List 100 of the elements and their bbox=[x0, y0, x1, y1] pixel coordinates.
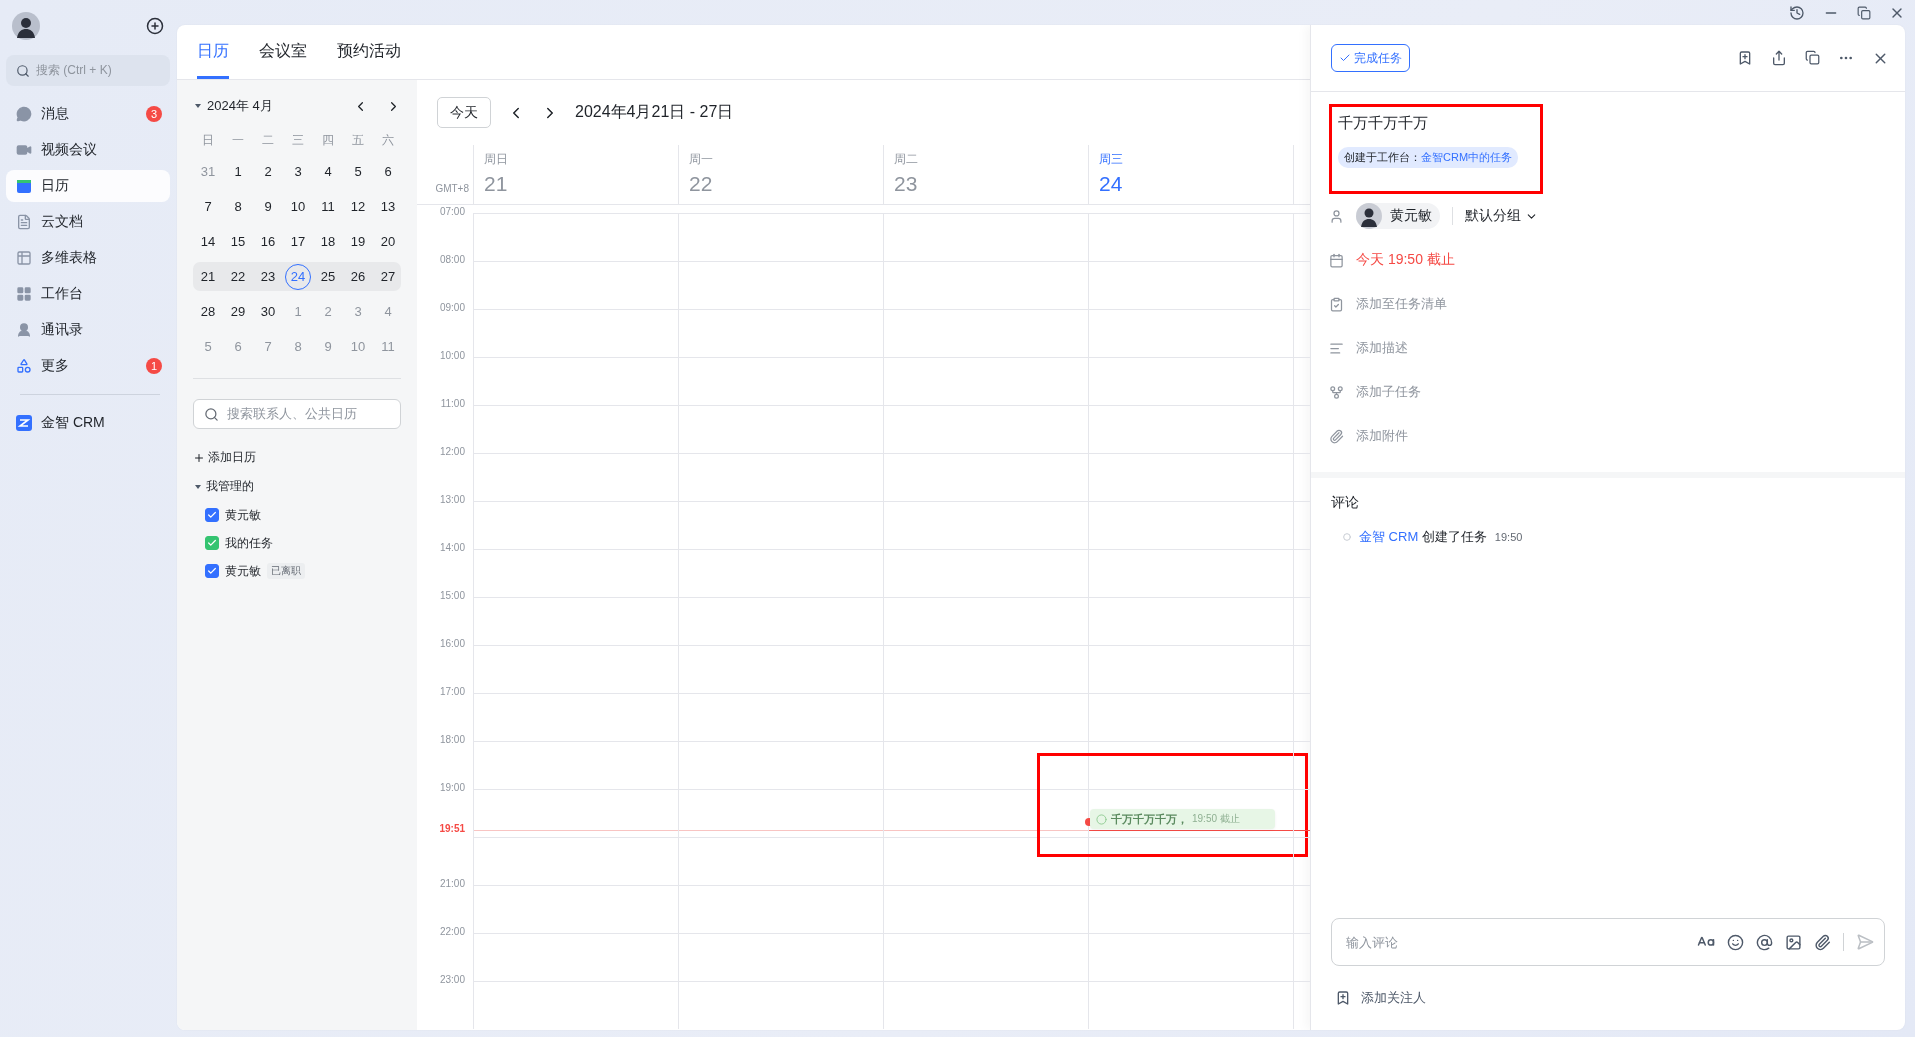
date-cell[interactable]: 6 bbox=[375, 158, 401, 185]
history-icon[interactable] bbox=[1789, 4, 1805, 21]
document-icon bbox=[16, 214, 32, 230]
nav-item[interactable]: 日历 bbox=[6, 170, 170, 202]
nav-item[interactable]: 云文档 bbox=[6, 206, 170, 238]
source-tag: 创建于工作台：金智CRM中的任务 bbox=[1338, 147, 1519, 168]
date-cell[interactable]: 15 bbox=[225, 228, 251, 255]
emoji-icon[interactable] bbox=[1727, 933, 1744, 951]
checkbox[interactable] bbox=[205, 508, 219, 522]
date-cell[interactable]: 7 bbox=[195, 193, 221, 220]
add-calendar-link[interactable]: 添加日历 bbox=[208, 449, 256, 466]
date-cell[interactable]: 4 bbox=[315, 158, 341, 185]
mention-icon[interactable] bbox=[1756, 933, 1773, 951]
time-label: 09:00 bbox=[439, 302, 465, 313]
date-cell[interactable]: 23 bbox=[255, 263, 281, 290]
nav-item[interactable]: 消息 3 bbox=[6, 98, 170, 130]
time-label: 10:00 bbox=[439, 350, 465, 361]
calendar-name: 黄元敏 bbox=[225, 506, 261, 524]
date-cell[interactable]: 10 bbox=[285, 193, 311, 220]
date-cell[interactable]: 22 bbox=[225, 263, 251, 290]
time-label: 16:00 bbox=[439, 638, 465, 649]
date-cell[interactable]: 26 bbox=[345, 263, 371, 290]
time-label: 08:00 bbox=[439, 254, 465, 265]
time-label: 15:00 bbox=[439, 590, 465, 601]
date-cell[interactable]: 3 bbox=[285, 158, 311, 185]
contacts-icon bbox=[16, 322, 32, 338]
paperclip-icon[interactable] bbox=[1814, 933, 1831, 951]
date-cell[interactable]: 9 bbox=[255, 193, 281, 220]
checkbox[interactable] bbox=[205, 536, 219, 550]
time-label: 13:00 bbox=[439, 494, 465, 505]
unread-badge: 1 bbox=[146, 358, 162, 374]
time-label: 19:00 bbox=[439, 782, 465, 793]
check-icon bbox=[207, 538, 217, 548]
tab[interactable]: 会议室 bbox=[259, 41, 307, 79]
date-cell[interactable]: 13 bbox=[375, 193, 401, 220]
due-date[interactable]: 今天 19:50 截止 bbox=[1356, 251, 1455, 269]
person-icon bbox=[1329, 208, 1344, 224]
check-icon bbox=[1339, 52, 1351, 64]
comment-field[interactable]: 输入评论 bbox=[1344, 933, 1685, 951]
time-label: 07:00 bbox=[439, 206, 465, 217]
branch-icon bbox=[1329, 384, 1344, 400]
time-label: 21:00 bbox=[439, 878, 465, 889]
copy-icon[interactable] bbox=[1805, 49, 1820, 67]
time-label: 22:00 bbox=[439, 926, 465, 937]
share-icon[interactable] bbox=[1771, 49, 1787, 67]
assignee-chip[interactable]: 黄元敏 bbox=[1356, 203, 1440, 229]
date-cell[interactable]: 17 bbox=[285, 228, 311, 255]
weekday-label: 日 bbox=[201, 131, 215, 149]
timezone-label: GMT+8 bbox=[435, 183, 469, 194]
checkbox[interactable] bbox=[205, 564, 219, 578]
nav-item[interactable]: 多维表格 bbox=[6, 242, 170, 274]
app-item[interactable]: 金智 CRM bbox=[6, 407, 170, 439]
day-number[interactable]: 24 bbox=[1099, 172, 1283, 196]
date-cell[interactable]: 8 bbox=[225, 193, 251, 220]
bookmark-icon[interactable] bbox=[1737, 49, 1753, 67]
date-cell[interactable]: 28 bbox=[195, 298, 221, 325]
date-cell[interactable]: 12 bbox=[345, 193, 371, 220]
weekday-label: 六 bbox=[381, 131, 395, 149]
current-time-label: 19:51 bbox=[439, 823, 465, 834]
date-cell[interactable]: 30 bbox=[255, 298, 281, 325]
restore-icon[interactable] bbox=[1857, 5, 1871, 20]
activity-text: 金智 CRM 创建了任务 bbox=[1359, 528, 1487, 546]
date-cell[interactable]: 29 bbox=[225, 298, 251, 325]
nav-item[interactable]: 视频会议 bbox=[6, 134, 170, 166]
checklist-icon bbox=[1329, 296, 1344, 312]
date-cell[interactable]: 1 bbox=[225, 158, 251, 185]
time-label: 23:00 bbox=[439, 974, 465, 985]
date-cell[interactable]: 2 bbox=[255, 158, 281, 185]
add-follower-link[interactable]: 添加关注人 bbox=[1361, 989, 1426, 1007]
plus-icon[interactable] bbox=[193, 451, 205, 464]
nav-item[interactable]: 通讯录 bbox=[6, 314, 170, 346]
date-cell[interactable]: 16 bbox=[255, 228, 281, 255]
image-icon[interactable] bbox=[1785, 933, 1802, 951]
group-label[interactable]: 我管理的 bbox=[206, 478, 254, 495]
date-cell[interactable]: 18 bbox=[315, 228, 341, 255]
complete-task-button[interactable]: 完成任务 bbox=[1331, 44, 1410, 72]
calendar-name: 黄元敏 bbox=[225, 562, 261, 580]
bookmark-icon bbox=[1335, 990, 1351, 1006]
date-range: 2024年4月21日 - 27日 bbox=[575, 102, 734, 122]
weekday-label: 五 bbox=[351, 131, 365, 149]
weekday-label: 周日 bbox=[484, 151, 509, 168]
task-event[interactable]: 千万千万千万， 19:50 截止 bbox=[1090, 809, 1275, 829]
date-cell[interactable]: 19 bbox=[345, 228, 371, 255]
date-cell[interactable]: 11 bbox=[315, 193, 341, 220]
nav-item[interactable]: 工作台 bbox=[6, 278, 170, 310]
add-icon[interactable] bbox=[146, 17, 164, 35]
date-cell[interactable]: 25 bbox=[315, 263, 341, 290]
source-link[interactable]: 金智CRM中的任务 bbox=[1421, 151, 1513, 163]
weekday-label: 周一 bbox=[689, 151, 714, 168]
avatar[interactable] bbox=[12, 12, 40, 40]
date-cell[interactable]: 20 bbox=[375, 228, 401, 255]
date-cell[interactable]: 14 bbox=[195, 228, 221, 255]
group-select[interactable]: 默认分组 bbox=[1465, 207, 1538, 225]
task-title[interactable]: 千万千万千万 bbox=[1338, 114, 1534, 133]
tab[interactable]: 预约活动 bbox=[337, 41, 401, 79]
date-cell[interactable]: 27 bbox=[375, 263, 401, 290]
date-cell[interactable]: 21 bbox=[195, 263, 221, 290]
today-button[interactable]: 今天 bbox=[437, 97, 491, 128]
nav-item[interactable]: 更多 1 bbox=[6, 350, 170, 382]
date-cell[interactable]: 5 bbox=[345, 158, 371, 185]
